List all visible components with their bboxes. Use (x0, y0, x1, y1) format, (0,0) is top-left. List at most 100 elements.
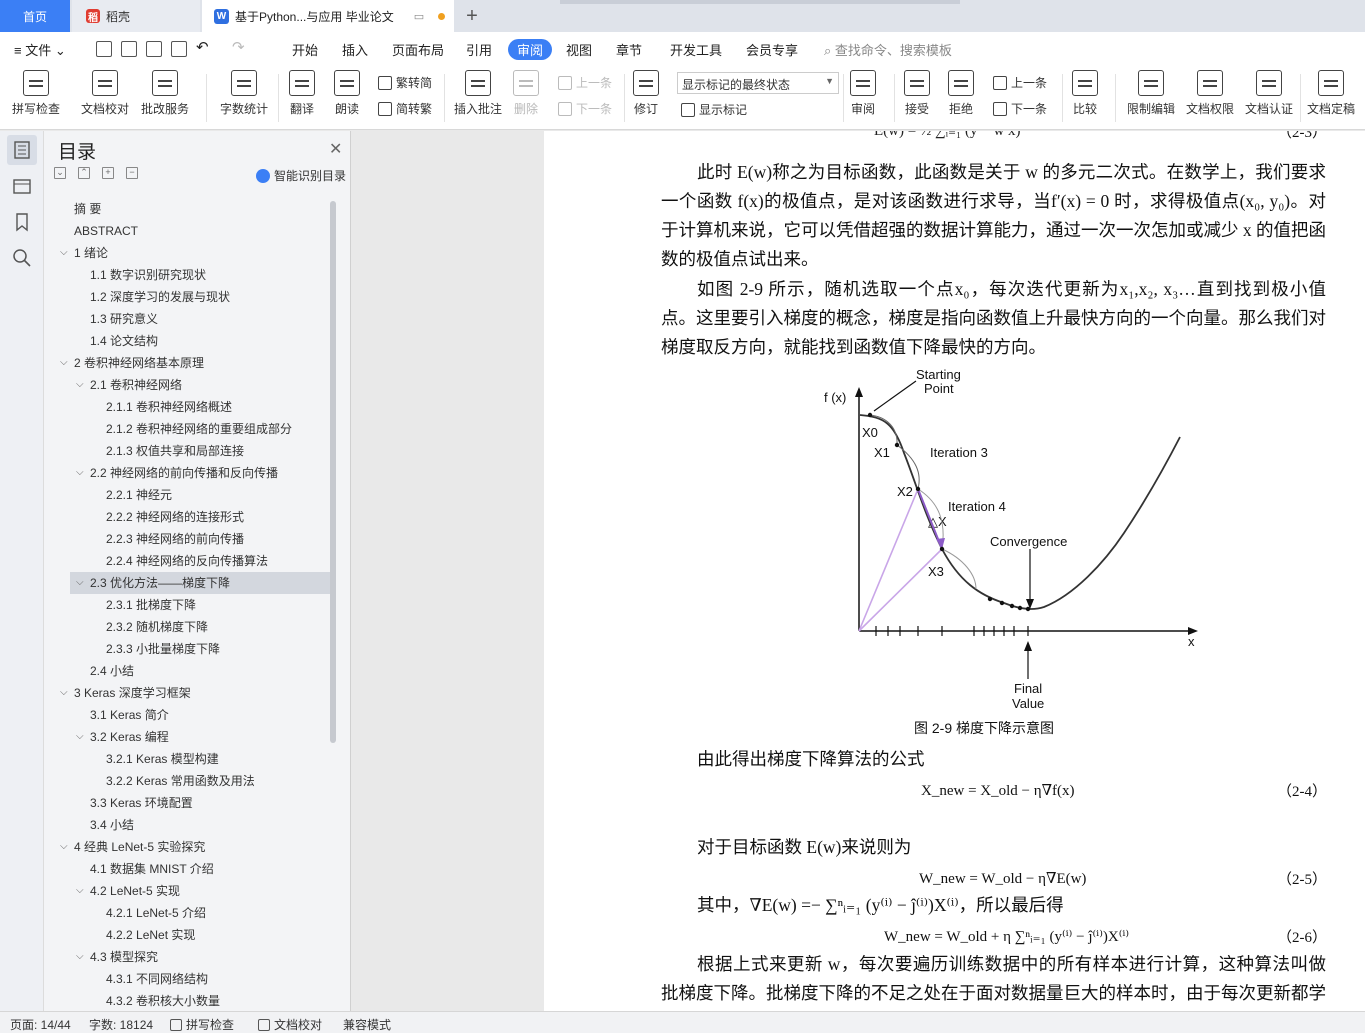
print-preview-icon[interactable] (171, 41, 187, 57)
accept-button[interactable]: 接受 (904, 70, 930, 117)
insert-comment-button[interactable]: 插入批注 (454, 70, 502, 117)
toc-item[interactable]: 2.2.1 神经元 (44, 484, 330, 506)
chevron-down-icon[interactable]: ⌵ (76, 946, 84, 968)
chevron-down-icon[interactable]: ⌵ (76, 880, 84, 902)
toc-item[interactable]: 1.2 深度学习的发展与现状 (44, 286, 330, 308)
toc-item[interactable]: 1.4 论文结构 (44, 330, 330, 352)
toc-item[interactable]: ABSTRACT (44, 220, 330, 242)
menu-chapter[interactable]: 章节 (616, 40, 642, 59)
toc-item[interactable]: ⌵ 1 绪论 (44, 242, 330, 264)
redo-icon[interactable]: ↷ (232, 38, 245, 56)
toc-item[interactable]: 2.1.1 卷积神经网络概述 (44, 396, 330, 418)
toc-item[interactable]: 2.1.3 权值共享和局部连接 (44, 440, 330, 462)
show-markup-button[interactable]: 显示标记 (681, 101, 747, 118)
toc-item[interactable]: 2.1.2 卷积神经网络的重要组成部分 (44, 418, 330, 440)
undo-icon[interactable]: ↶ (196, 38, 209, 56)
chevron-down-icon[interactable]: ⌵ (60, 836, 68, 858)
toc-item[interactable]: 3.2.1 Keras 模型构建 (44, 748, 330, 770)
toc-item[interactable]: ⌵ 2 卷积神经网络基本原理 (44, 352, 330, 374)
bookmark-button[interactable] (11, 211, 33, 233)
status-doc-proof[interactable]: 文档校对 (258, 1016, 322, 1033)
track-changes-button[interactable]: 修订 (633, 70, 659, 117)
close-icon[interactable]: ✕ (329, 139, 342, 159)
chevron-down-icon[interactable]: ⌵ (60, 242, 68, 264)
review-pane-button[interactable]: 审阅 (850, 70, 876, 117)
to-traditional-button[interactable]: 繁转简 (378, 74, 432, 91)
toc-item[interactable]: 3.1 Keras 简介 (44, 704, 330, 726)
menu-member[interactable]: 会员专享 (746, 40, 798, 59)
menu-page-layout[interactable]: 页面布局 (392, 40, 444, 59)
toc-item[interactable]: 2.2.3 神经网络的前向传播 (44, 528, 330, 550)
toc-item[interactable]: 1.1 数字识别研究现状 (44, 264, 330, 286)
add-heading-icon[interactable]: + (102, 167, 114, 179)
print-icon[interactable] (146, 41, 162, 57)
reject-button[interactable]: 拒绝 (948, 70, 974, 117)
toc-item[interactable]: 3.2.2 Keras 常用函数及用法 (44, 770, 330, 792)
menu-developer[interactable]: 开发工具 (670, 40, 722, 59)
to-simplified-button[interactable]: 简转繁 (378, 100, 432, 117)
delete-comment-button[interactable]: 删除 (513, 70, 539, 117)
toc-item[interactable]: 4.3.1 不同网络结构 (44, 968, 330, 990)
toc-item[interactable]: ⌵ 2.1 卷积神经网络 (44, 374, 330, 396)
toc-item[interactable]: 4.1 数据集 MNIST 介绍 (44, 858, 330, 880)
menu-review[interactable]: 审阅 (508, 39, 553, 60)
new-tab-button[interactable]: + (460, 0, 484, 32)
chevron-down-icon[interactable]: ⌵ (76, 374, 84, 396)
toc-item[interactable]: ⌵ 4.3 模型探究 (44, 946, 330, 968)
doc-finalize-button[interactable]: 文档定稿 (1307, 70, 1355, 117)
smart-toc-button[interactable]: 智能识别目录 (256, 167, 346, 184)
command-search[interactable]: ⌕ 查找命令、搜索模板 (824, 40, 952, 59)
word-count-indicator[interactable]: 字数: 18124 (89, 1016, 153, 1033)
read-aloud-button[interactable]: 朗读 (334, 70, 360, 117)
navigation-button[interactable] (11, 175, 33, 197)
toc-item[interactable]: 4.2.2 LeNet 实现 (44, 924, 330, 946)
save-icon[interactable] (96, 41, 112, 57)
markup-state-select[interactable]: 显示标记的最终状态 ▼ (677, 72, 839, 94)
compare-button[interactable]: 比较 (1072, 70, 1098, 117)
spell-check-button[interactable]: 拼写检查 (12, 70, 60, 117)
prev-change-button[interactable]: 上一条 (993, 74, 1047, 91)
next-change-button[interactable]: 下一条 (993, 100, 1047, 117)
menu-start[interactable]: 开始 (292, 40, 318, 59)
toc-item[interactable]: ⌵ 3.2 Keras 编程 (44, 726, 330, 748)
next-comment-button[interactable]: 下一条 (558, 100, 612, 117)
toc-item[interactable]: 2.3.3 小批量梯度下降 (44, 638, 330, 660)
word-count-button[interactable]: 字数统计 (220, 70, 268, 117)
tab-home[interactable]: 首页 (0, 0, 70, 32)
chevron-down-icon[interactable]: ⌵ (60, 682, 68, 704)
menu-view[interactable]: 视图 (566, 40, 592, 59)
menu-references[interactable]: 引用 (466, 40, 492, 59)
tab-document[interactable]: W 基于Python...与应用 毕业论文 ▭ (202, 0, 454, 32)
toc-item[interactable]: ⌵ 3 Keras 深度学习框架 (44, 682, 330, 704)
chevron-down-icon[interactable]: ⌵ (76, 462, 84, 484)
collapse-all-icon[interactable]: ⌄ (54, 167, 66, 179)
chevron-down-icon[interactable]: ⌵ (60, 352, 68, 374)
prev-comment-button[interactable]: 上一条 (558, 74, 612, 91)
restrict-edit-button[interactable]: 限制编辑 (1127, 70, 1175, 117)
translate-button[interactable]: 翻译 (289, 70, 315, 117)
toc-item[interactable]: 1.3 研究意义 (44, 308, 330, 330)
find-button[interactable] (11, 247, 33, 269)
doc-cert-button[interactable]: 文档认证 (1245, 70, 1293, 117)
toc-item[interactable]: 4.2.1 LeNet-5 介绍 (44, 902, 330, 924)
toc-item[interactable]: 2.3.1 批梯度下降 (44, 594, 330, 616)
toc-item[interactable]: 3.3 Keras 环境配置 (44, 792, 330, 814)
expand-all-icon[interactable]: ⌃ (78, 167, 90, 179)
status-spell-check[interactable]: 拼写检查 (170, 1016, 234, 1033)
toc-item[interactable]: 2.2.2 神经网络的连接形式 (44, 506, 330, 528)
toc-item[interactable]: 2.3.2 随机梯度下降 (44, 616, 330, 638)
remove-heading-icon[interactable]: − (126, 167, 138, 179)
file-menu[interactable]: ≡ 文件 ⌄ (14, 40, 66, 59)
toc-item[interactable]: 3.4 小结 (44, 814, 330, 836)
toc-item[interactable]: ⌵ 2.3 优化方法——梯度下降 (70, 572, 330, 594)
toc-item[interactable]: 摘 要 (44, 198, 330, 220)
toc-item[interactable]: ⌵ 4 经典 LeNet-5 实验探究 (44, 836, 330, 858)
toc-item[interactable]: ⌵ 2.2 神经网络的前向传播和反向传播 (44, 462, 330, 484)
toc-item[interactable]: 2.4 小结 (44, 660, 330, 682)
toc-item[interactable]: ⌵ 4.2 LeNet-5 实现 (44, 880, 330, 902)
toc-scrollbar[interactable] (330, 201, 336, 743)
toc-item[interactable]: 4.3.2 卷积核大小数量 (44, 990, 330, 1011)
menu-insert[interactable]: 插入 (342, 40, 368, 59)
batch-service-button[interactable]: 批改服务 (141, 70, 189, 117)
doc-permission-button[interactable]: 文档权限 (1186, 70, 1234, 117)
